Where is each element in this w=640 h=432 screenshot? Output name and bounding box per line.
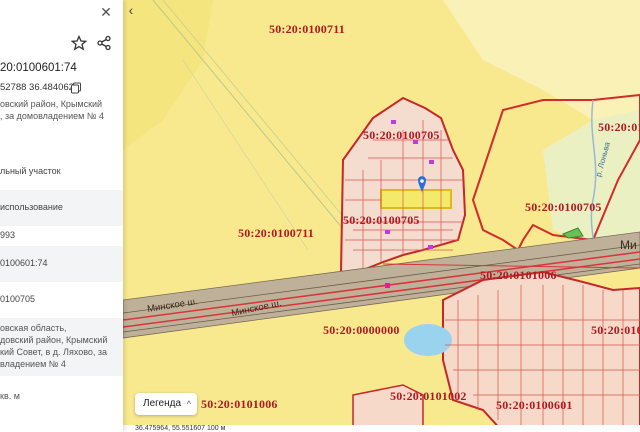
cadastral-label-6: 50:20:0101006 [480,268,557,282]
info-row-block: 0100705 [0,282,123,318]
quarter-number: 0100601:74 [0,258,48,268]
cadastral-label-3: 50:20:0100705 [343,213,420,227]
cadastral-label-2: 50:20:0100705 [363,128,440,142]
info-row-address: овская область, довский район, Крымский … [0,318,123,376]
full-address-line-4: владением № 4 [0,359,66,369]
share-icon[interactable] [96,35,112,51]
full-address-line-2: довский район, Крымский [0,335,108,345]
info-row-category: льный участок [0,154,123,190]
info-panel: ✕ 20:0100601:74 52788 36.484062 овский р… [0,0,123,432]
full-address-line-1: овская область, [0,323,67,333]
scale-bar: 36.475964, 55.551607 100 м [123,425,640,432]
permitted-use-value: использование [0,202,63,212]
close-icon[interactable]: ✕ [98,4,114,20]
road-name-right: Ми [620,238,637,252]
copy-icon[interactable] [70,82,82,94]
address-line-1: овский район, Крымский [0,99,103,109]
cadastral-label-12: 50:20:0101 [591,323,640,337]
cadastral-label-9: 50:20:0100601 [496,398,573,412]
area-value: кв. м [0,391,20,401]
block-number: 0100705 [0,294,36,304]
collapse-panel-button[interactable]: ‹ [124,2,138,18]
legend-button[interactable]: Легенда ^ [135,393,197,415]
full-address-line-3: кий Совет, в д. Ляхово, за [0,347,108,357]
chevron-left-icon: ‹ [128,2,134,18]
coordinates: 52788 36.484062 [0,82,74,93]
cadastral-number-title: 20:0100601:74 [0,62,77,74]
selected-parcel [380,189,452,209]
map-view[interactable]: 50:20:0100711 50:20:0100705 50:20:010070… [123,0,640,432]
info-row-quarter: 0100601:74 [0,246,123,282]
pond [404,324,452,356]
legend-label: Легенда [143,398,182,409]
cadastral-label-5: 50:20:0100705 [525,200,602,214]
category-value: льный участок [0,166,61,176]
cadastral-label-8: 50:20:0101002 [390,389,467,403]
value-1: 993 [0,230,16,240]
cadastral-label-7: 50:20:0000000 [323,323,400,337]
scale-text: 36.475964, 55.551607 100 м [135,425,226,432]
cadastral-label-1: 50:20:0100711 [269,22,345,36]
address-line-2: , за домовладением № 4 [0,111,105,121]
cadastral-label-11: 50:20:0101 [598,120,640,134]
cadastral-label-10: 50:20:0101006 [201,397,278,411]
cadastral-label-4: 50:20:0100711 [238,226,314,240]
star-icon[interactable] [71,35,87,51]
chevron-up-icon: ^ [186,399,191,409]
